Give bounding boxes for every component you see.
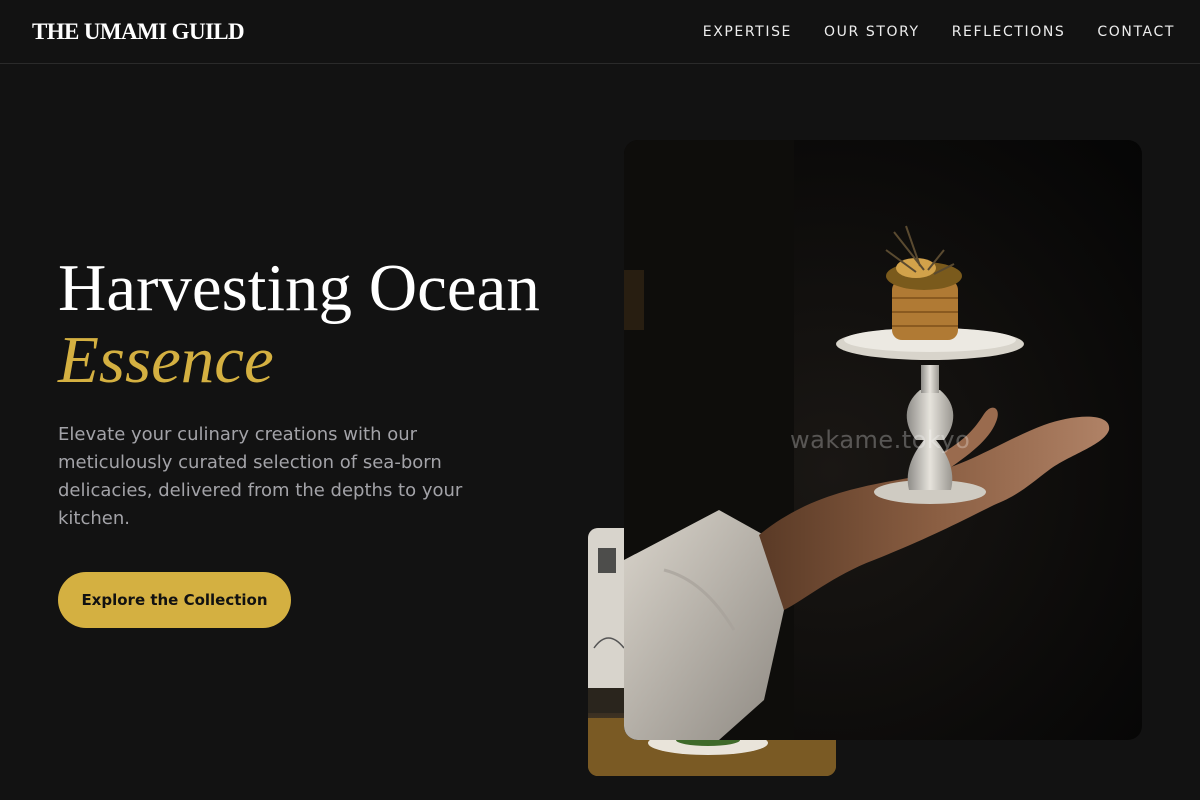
nav-item-expertise[interactable]: EXPERTISE: [703, 24, 792, 40]
hero-photo: wakame.tokyo: [624, 140, 1142, 740]
hero-title-accent: Essence: [58, 323, 274, 397]
watermark-text: wakame.tokyo: [790, 426, 971, 454]
hero-title-line: Harvesting Ocean: [58, 251, 540, 325]
hero-description: Elevate your culinary creations with our…: [58, 424, 463, 529]
site-header: THE UMAMI GUILD EXPERTISE OUR STORY REFL…: [0, 0, 1200, 64]
nav-item-contact[interactable]: CONTACT: [1097, 24, 1175, 40]
site-logo[interactable]: THE UMAMI GUILD: [32, 19, 245, 45]
nav-item-reflections[interactable]: REFLECTIONS: [952, 24, 1066, 40]
nav-item-our-story[interactable]: OUR STORY: [824, 24, 920, 40]
main-nav: EXPERTISE OUR STORY REFLECTIONS CONTACT: [703, 24, 1175, 40]
explore-collection-button[interactable]: Explore the Collection: [58, 572, 291, 628]
hero-title: Harvesting Ocean Essence: [58, 252, 540, 396]
